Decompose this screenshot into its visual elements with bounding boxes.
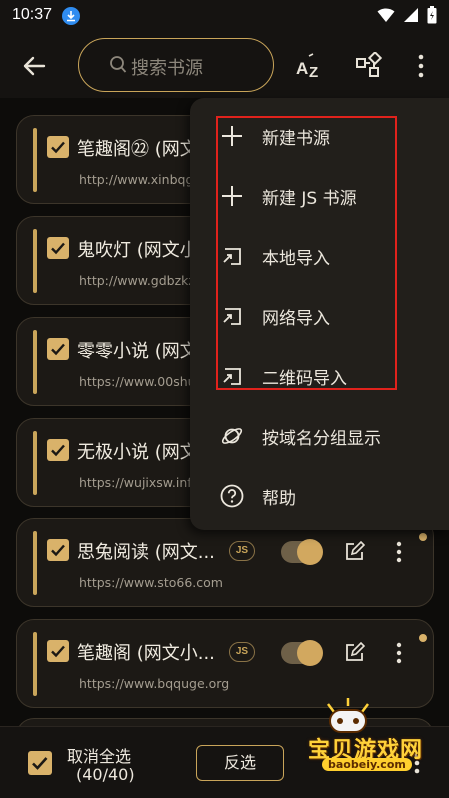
source-checkbox[interactable] (47, 136, 69, 158)
selection-count: (40/40) (76, 765, 135, 784)
source-card[interactable]: 笔趣阁 (网文小... JS https://www.bqquge.org (16, 619, 434, 708)
status-time: 10:37 (12, 6, 53, 23)
source-url: http://www.xinbqg.com (79, 172, 199, 187)
more-vert-icon[interactable] (394, 541, 404, 563)
card-accent (33, 632, 37, 696)
plus-icon (222, 186, 242, 206)
svg-text:Z: Z (309, 64, 318, 80)
watermark-domain: baobeiy.com (322, 758, 412, 771)
menu-item-new-source[interactable]: 新建书源 (190, 106, 449, 166)
invert-selection-button[interactable]: 反选 (196, 745, 284, 781)
source-url: https://www.bqquge.org (79, 676, 230, 691)
menu-item-label: 本地导入 (262, 249, 330, 269)
source-url: https://www.sto66.com (79, 575, 223, 590)
edit-icon[interactable] (343, 642, 365, 664)
menu-item-network-import[interactable]: 网络导入 (190, 286, 449, 346)
source-url: http://www.gdbzkz.com (79, 273, 199, 288)
more-vert-icon[interactable] (416, 52, 426, 80)
group-icon[interactable] (355, 52, 383, 80)
toggle-knob (297, 640, 323, 666)
card-accent (33, 229, 37, 293)
js-badge: JS (229, 541, 255, 561)
back-arrow-icon[interactable] (18, 50, 50, 82)
source-url: https://wujixsw.info (79, 475, 199, 490)
update-dot (419, 634, 427, 642)
signal-icon (404, 8, 418, 22)
menu-item-help[interactable]: 帮助 (190, 466, 449, 526)
source-checkbox[interactable] (47, 237, 69, 259)
source-checkbox[interactable] (47, 539, 69, 561)
select-all-label[interactable]: 取消全选 (67, 743, 131, 767)
toggle-knob (297, 539, 323, 565)
source-checkbox[interactable] (47, 640, 69, 662)
menu-item-new-js-source[interactable]: 新建 JS 书源 (190, 166, 449, 226)
source-name: 笔趣阁 (网文小... (77, 643, 215, 664)
toolbar: 搜索书源 A Z (0, 32, 449, 98)
source-checkbox[interactable] (47, 338, 69, 360)
card-accent (33, 431, 37, 495)
battery-icon (427, 6, 437, 24)
menu-item-group-by-domain[interactable]: 按域名分组显示 (190, 406, 449, 466)
search-icon (110, 56, 127, 73)
status-bar: 10:37 (0, 0, 449, 32)
wifi-icon (377, 8, 395, 22)
import-icon (223, 308, 241, 325)
svg-text:A: A (296, 59, 308, 78)
search-placeholder: 搜索书源 (131, 58, 203, 79)
source-checkbox[interactable] (47, 439, 69, 461)
menu-item-local-import[interactable]: 本地导入 (190, 226, 449, 286)
select-all-checkbox[interactable] (28, 751, 52, 775)
help-icon (220, 484, 244, 508)
menu-item-label: 二维码导入 (262, 369, 347, 389)
import-icon (223, 248, 241, 265)
plus-icon (222, 126, 242, 146)
menu-item-qr-import[interactable]: 二维码导入 (190, 346, 449, 406)
menu-item-label: 按域名分组显示 (262, 429, 381, 449)
sort-az-icon[interactable]: A Z (296, 52, 324, 80)
system-icons (377, 6, 437, 24)
js-badge: JS (229, 642, 255, 662)
enable-toggle[interactable] (281, 539, 323, 565)
menu-item-label: 新建书源 (262, 129, 330, 149)
menu-item-label: 新建 JS 书源 (262, 189, 357, 209)
source-url: https://www.00shu.la (79, 374, 199, 389)
update-dot (419, 533, 427, 541)
enable-toggle[interactable] (281, 640, 323, 666)
card-accent (33, 128, 37, 192)
planet-icon (221, 428, 243, 444)
edit-icon[interactable] (343, 541, 365, 563)
card-accent (33, 330, 37, 394)
search-input[interactable]: 搜索书源 (78, 38, 274, 92)
import-icon (223, 368, 241, 385)
more-vert-icon[interactable] (394, 642, 404, 664)
overflow-menu: 新建书源 新建 JS 书源 本地导入 网络导入 二维码导入 按域名分组显示 帮助 (190, 98, 449, 530)
source-card[interactable]: 思兔阅读 (网文... JS https://www.sto66.com (16, 518, 434, 607)
menu-item-label: 网络导入 (262, 309, 330, 329)
download-icon (62, 7, 80, 25)
source-name: 思兔阅读 (网文... (77, 542, 215, 563)
watermark-logo: 宝贝游戏网 baobeiy.com (278, 698, 448, 788)
card-accent (33, 531, 37, 595)
menu-item-label: 帮助 (262, 489, 296, 509)
